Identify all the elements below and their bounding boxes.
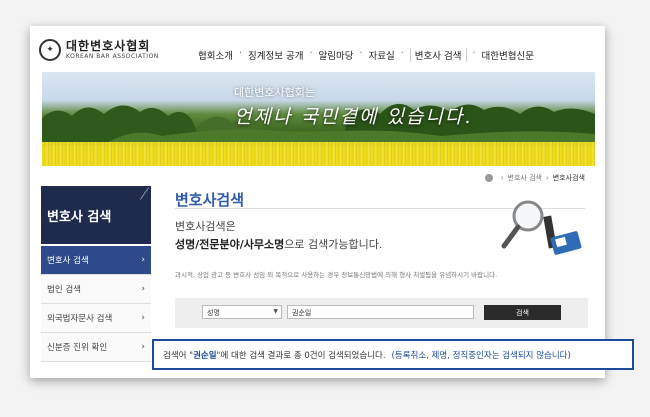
- intro-search-fields: 성명/전문분야/사무소명: [175, 238, 285, 251]
- sidebar-item-id-verification[interactable]: 신분증 진위 확인 ›: [41, 333, 151, 362]
- hero-banner: 대한변호사협회는 언제나 국민곁에 있습니다.: [42, 72, 595, 166]
- select-value: 성명: [207, 309, 220, 317]
- result-search-term: 권순일: [193, 350, 217, 361]
- chevron-right-icon: ›: [141, 284, 145, 294]
- search-field-select[interactable]: 성명 ▼: [202, 305, 282, 319]
- logo-korean-text: 대한변호사협회: [66, 38, 151, 53]
- sidebar-item-label: 외국법자문사 검색: [47, 314, 113, 324]
- caret-down-icon: ▼: [273, 308, 278, 315]
- home-icon[interactable]: [484, 174, 493, 182]
- page-title: 변호사검색: [175, 191, 245, 209]
- sidebar-menu: 변호사 검색 › 법인 검색 › 외국법자문사 검색 › 신분증 진위 확인 ›: [41, 246, 151, 362]
- chevron-right-icon: ›: [141, 313, 145, 323]
- breadcrumb-current: 변호사검색: [552, 174, 585, 182]
- nav-lawyer-search[interactable]: 변호사 검색: [409, 48, 467, 62]
- flower-field-graphic: [42, 142, 595, 166]
- sidebar-item-label: 법인 검색: [47, 285, 81, 295]
- usage-notice: 과시적, 상업 광고 등 변호사 선임 외 목적으로 사용하는 경우 정보통신망…: [175, 271, 498, 279]
- intro-line-1: 변호사검색은: [175, 220, 236, 233]
- sidebar-item-firm-search[interactable]: 법인 검색 ›: [41, 275, 151, 304]
- banner-subtitle: 대한변호사협회는: [234, 86, 315, 99]
- search-panel: 성명 ▼ 권순일 검색: [175, 298, 588, 328]
- search-input[interactable]: 권순일: [287, 305, 474, 319]
- breadcrumb-parent[interactable]: 변호사 검색: [508, 173, 542, 183]
- result-note: (등록취소, 제명, 정직중인자는 검색되지 않습니다): [391, 350, 571, 361]
- breadcrumb: › 변호사 검색 › 변호사검색: [484, 173, 585, 183]
- result-prefix: 검색어 ": [163, 350, 194, 361]
- search-button[interactable]: 검색: [484, 305, 561, 320]
- main-nav: 협회소개 · 징계정보 공개 · 알림마당 · 자료실 · 변호사 검색 · 대…: [198, 48, 534, 62]
- sidebar-item-label: 변호사 검색: [47, 256, 89, 266]
- nav-newspaper[interactable]: 대한변협신문: [482, 48, 534, 62]
- result-suffix: "에 대한 검색 결과로 총 0건이 검색되었습니다.: [216, 350, 386, 361]
- nav-archive[interactable]: 자료실: [369, 48, 395, 62]
- intro-line-2: 성명/전문분야/사무소명으로 검색가능합니다.: [175, 236, 382, 252]
- intro-line-2-rest: 으로 검색가능합니다.: [284, 238, 383, 251]
- sidebar-item-label: 신분증 진위 확인: [47, 343, 108, 353]
- sidebar-item-foreign-counsel-search[interactable]: 외국법자문사 검색 ›: [41, 304, 151, 333]
- magnifier-id-card-icon: [501, 200, 582, 255]
- logo[interactable]: ✦ 대한변호사협회 KOREAN BAR ASSOCIATION: [39, 39, 159, 61]
- sidebar-title: 변호사 검색: [41, 186, 151, 244]
- page: ✦ 대한변호사협회 KOREAN BAR ASSOCIATION 협회소개 · …: [30, 26, 605, 378]
- chevron-right-icon: ›: [141, 255, 145, 265]
- sidebar-item-lawyer-search[interactable]: 변호사 검색 ›: [41, 246, 151, 275]
- banner-slogan: 언제나 국민곁에 있습니다.: [234, 106, 473, 128]
- nav-about[interactable]: 협회소개: [198, 48, 233, 62]
- chevron-right-icon: ›: [141, 342, 145, 352]
- association-seal-icon: ✦: [39, 39, 61, 61]
- logo-english-text: KOREAN BAR ASSOCIATION: [66, 52, 159, 60]
- search-result-message: 검색어 " 권순일 "에 대한 검색 결과로 총 0건이 검색되었습니다. (등록취…: [152, 339, 634, 370]
- nav-discipline-info[interactable]: 징계정보 공개: [248, 48, 303, 62]
- nav-notices[interactable]: 알림마당: [319, 48, 354, 62]
